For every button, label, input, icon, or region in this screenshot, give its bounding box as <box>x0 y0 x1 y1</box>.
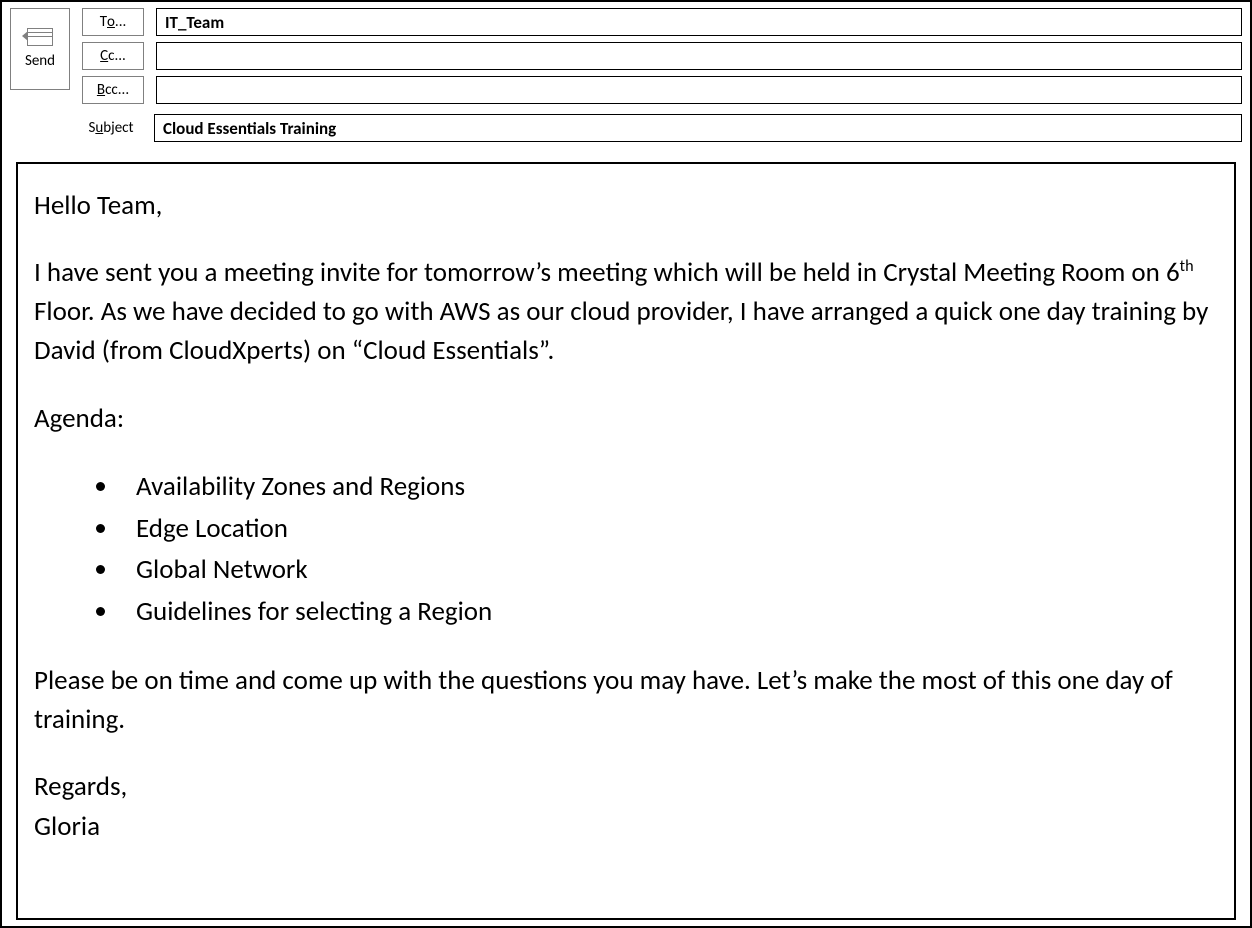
cc-button[interactable]: Cc... <box>82 42 144 70</box>
body-para2: Please be on time and come up with the q… <box>34 661 1218 739</box>
bcc-button[interactable]: Bcc... <box>82 76 144 104</box>
send-button[interactable]: Send <box>10 8 70 90</box>
subject-field[interactable]: Cloud Essentials Training <box>154 114 1242 142</box>
cc-field[interactable] <box>156 42 1242 70</box>
address-fields: To... IT_Team Cc... Bcc... <box>82 8 1242 104</box>
send-button-label: Send <box>25 52 55 70</box>
list-item: Availability Zones and Regions <box>96 466 1218 508</box>
to-button[interactable]: To... <box>82 8 144 36</box>
list-item: Global Network <box>96 549 1218 591</box>
message-body[interactable]: Hello Team, I have sent you a meeting in… <box>16 162 1236 920</box>
body-greeting: Hello Team, <box>34 186 1218 225</box>
subject-label: Subject <box>80 114 142 142</box>
to-field[interactable]: IT_Team <box>156 8 1242 36</box>
list-item: Edge Location <box>96 508 1218 550</box>
compose-window: Send To... IT_Team Cc... Bcc <box>0 0 1252 928</box>
agenda-label: Agenda: <box>34 399 1218 438</box>
bcc-field[interactable] <box>156 76 1242 104</box>
body-para1: I have sent you a meeting invite for tom… <box>34 253 1218 370</box>
agenda-list: Availability Zones and Regions Edge Loca… <box>96 466 1218 633</box>
list-item: Guidelines for selecting a Region <box>96 591 1218 633</box>
signature: Regards, Gloria <box>34 767 1218 845</box>
header-area: Send To... IT_Team Cc... Bcc <box>2 2 1250 152</box>
send-icon <box>27 28 53 46</box>
